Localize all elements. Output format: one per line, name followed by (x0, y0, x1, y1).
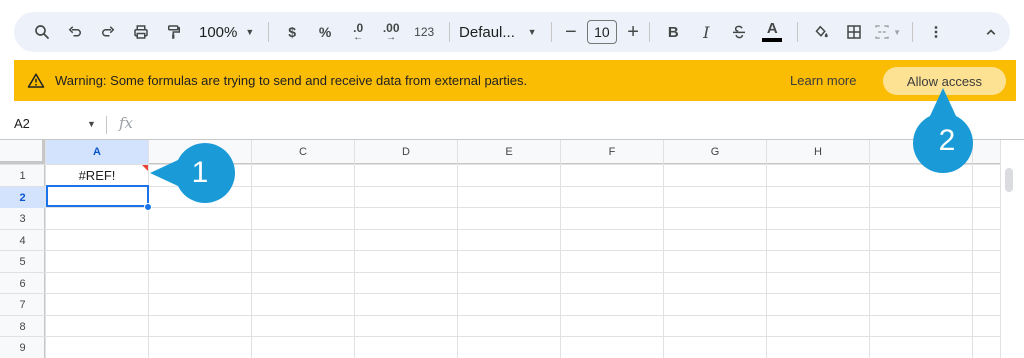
column-header-g[interactable]: G (664, 140, 766, 164)
undo-button[interactable] (61, 18, 89, 46)
callout-number-1: 1 (191, 156, 209, 189)
borders-button[interactable] (840, 18, 868, 46)
grid-row-line (0, 250, 1000, 251)
merge-caret-icon: ▼ (893, 27, 902, 37)
font-caret-icon: ▼ (527, 27, 537, 37)
name-box-caret-icon[interactable]: ▼ (87, 119, 96, 129)
redo-icon (102, 26, 115, 37)
paint-bucket-icon (815, 25, 828, 38)
grid-row-line (0, 315, 1000, 316)
column-header-a[interactable]: A (46, 140, 148, 164)
increase-font-size-button[interactable]: + (623, 21, 644, 44)
more-options-button[interactable] (922, 18, 950, 46)
toolbar-divider (649, 22, 651, 42)
more-vertical-icon (934, 26, 938, 38)
paint-format-button[interactable] (160, 18, 188, 46)
row-header-3[interactable]: 3 (0, 208, 45, 229)
select-all-corner[interactable] (0, 140, 45, 164)
toolbar-divider (797, 22, 799, 42)
bold-button[interactable]: B (659, 18, 687, 46)
grid-row-line (0, 293, 1000, 294)
arrow-right-icon: → (386, 32, 397, 43)
external-data-warning-banner: Warning: Some formulas are trying to sen… (14, 60, 1016, 101)
grid-column-line (560, 140, 561, 358)
paint-format-icon (168, 25, 180, 39)
toolbar-divider (268, 22, 270, 42)
row-header-8[interactable]: 8 (0, 316, 45, 337)
strikethrough-button[interactable] (725, 18, 753, 46)
arrow-left-icon: ← (353, 32, 364, 43)
merge-cells-icon (875, 25, 889, 39)
toolbar: 100% ▼ $ % .0 ← .00 → 123 Defaul... ▼ − … (14, 12, 1010, 52)
learn-more-link[interactable]: Learn more (790, 73, 856, 88)
row-header-6[interactable]: 6 (0, 273, 45, 294)
chevron-up-icon (986, 29, 996, 35)
text-color-button[interactable]: A (758, 18, 786, 46)
scrollbar-thumb[interactable] (1005, 168, 1013, 192)
grid-column-line (766, 140, 767, 358)
callout-number-2: 2 (938, 124, 956, 157)
fx-icon: fx (119, 114, 134, 132)
toolbar-divider (550, 22, 552, 42)
font-size-input[interactable]: 10 (587, 20, 617, 44)
grid-column-line (869, 140, 870, 358)
decrease-decimal-button[interactable]: .0 ← (344, 18, 372, 46)
currency-format-button[interactable]: $ (278, 18, 306, 46)
decrease-font-size-button[interactable]: − (560, 21, 581, 44)
name-box[interactable]: A2 (14, 116, 30, 131)
grid-column-line (457, 140, 458, 358)
toolbar-divider (912, 22, 913, 42)
row-header-5[interactable]: 5 (0, 251, 45, 272)
increase-decimal-button[interactable]: .00 → (377, 18, 405, 46)
redo-button[interactable] (94, 18, 122, 46)
row-header-7[interactable]: 7 (0, 294, 45, 315)
cell-a1[interactable]: #REF! (46, 165, 148, 185)
grid-row-line (0, 336, 1000, 337)
warning-icon (27, 72, 45, 90)
strikethrough-icon (733, 25, 746, 39)
borders-icon (847, 25, 861, 39)
row-header-1[interactable]: 1 (0, 165, 45, 186)
print-icon (134, 25, 148, 39)
row-header-2[interactable]: 2 (0, 187, 45, 208)
search-menus-button[interactable] (28, 18, 56, 46)
font-select[interactable]: Defaul... ▼ (459, 24, 537, 41)
merge-cells-button[interactable]: ▼ (873, 18, 901, 46)
print-button[interactable] (127, 18, 155, 46)
zoom-select[interactable]: 100% ▼ (199, 24, 254, 41)
italic-button[interactable]: I (692, 18, 720, 46)
formula-bar: A2 ▼ fx (0, 112, 1024, 138)
percent-format-button[interactable]: % (311, 18, 339, 46)
column-header-f[interactable]: F (561, 140, 663, 164)
collapse-toolbar-button[interactable] (977, 18, 1005, 46)
undo-icon (68, 26, 81, 37)
formula-bar-divider (106, 116, 107, 134)
text-color-swatch (762, 38, 783, 42)
grid-column-line (663, 140, 664, 358)
row-header-4[interactable]: 4 (0, 230, 45, 251)
warning-message: Warning: Some formulas are trying to sen… (55, 73, 528, 88)
grid-row-line (0, 272, 1000, 273)
column-header-c[interactable]: C (252, 140, 354, 164)
column-header-e[interactable]: E (458, 140, 560, 164)
text-color-letter: A (766, 20, 778, 37)
column-header-h[interactable]: H (767, 140, 869, 164)
grid-row-line (0, 229, 1000, 230)
font-value: Defaul... (459, 23, 515, 41)
grid-column-line (354, 140, 355, 358)
zoom-caret-icon: ▼ (245, 27, 255, 37)
more-formats-button[interactable]: 123 (410, 18, 438, 46)
row-header-9[interactable]: 9 (0, 337, 45, 358)
toolbar-divider (449, 22, 451, 42)
zoom-value: 100% (199, 23, 238, 41)
selected-cell-a2[interactable] (46, 185, 149, 207)
column-header-d[interactable]: D (355, 140, 457, 164)
grid-column-line (251, 140, 252, 358)
fill-color-button[interactable] (807, 18, 835, 46)
search-icon (35, 25, 49, 39)
